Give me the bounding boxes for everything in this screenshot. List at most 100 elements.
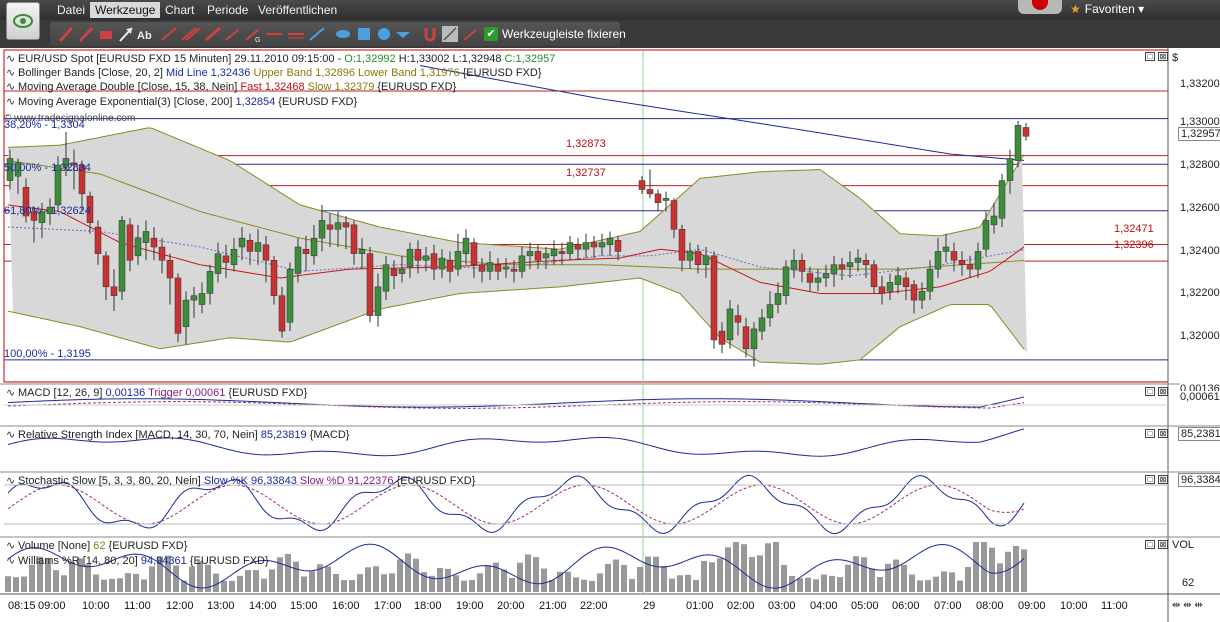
arrow-tool-icon[interactable] bbox=[119, 27, 133, 42]
volume-bar bbox=[805, 577, 811, 592]
menu-periode[interactable]: Periode bbox=[202, 2, 253, 18]
line-tool-icon[interactable] bbox=[205, 26, 221, 42]
pen-tool-icon[interactable]: G bbox=[245, 29, 260, 44]
text-tool-icon[interactable]: Ab bbox=[137, 30, 152, 42]
volume-bar bbox=[477, 573, 483, 592]
maximize-panel-icon[interactable]: □ bbox=[1145, 52, 1155, 61]
pen-red-icon[interactable] bbox=[58, 26, 74, 43]
line-tool-icon[interactable] bbox=[161, 27, 177, 41]
alert-button[interactable] bbox=[1018, 0, 1062, 14]
triangle-tool-icon[interactable] bbox=[396, 32, 410, 38]
close-panel-icon[interactable]: ⊠ bbox=[1158, 475, 1168, 484]
candle-body bbox=[798, 260, 806, 272]
line-tool-icon[interactable] bbox=[225, 29, 239, 41]
volume-bar bbox=[173, 565, 179, 592]
line-tool-icon[interactable] bbox=[288, 33, 304, 39]
eraser-icon[interactable] bbox=[100, 31, 112, 39]
chart-canvas[interactable]: ⇹ ⇹ ⇹ bbox=[0, 48, 1220, 622]
legend-ma-double: ∿ Moving Average Double [Close, 15, 38, N… bbox=[6, 80, 456, 94]
candle-body bbox=[862, 260, 870, 265]
volume-bar bbox=[453, 575, 459, 592]
candle-body bbox=[406, 248, 414, 268]
candle-body bbox=[902, 277, 910, 288]
ellipse-tool-icon[interactable] bbox=[336, 30, 350, 38]
volume-value: 62 bbox=[1182, 577, 1195, 589]
favorites-label: Favoriten bbox=[1084, 2, 1135, 16]
candle-body bbox=[486, 262, 494, 272]
candle-body bbox=[502, 266, 510, 270]
magnet-icon[interactable] bbox=[424, 28, 436, 42]
rectangle-tool-icon[interactable] bbox=[358, 28, 370, 40]
close-panel-icon[interactable]: ⊠ bbox=[1158, 429, 1168, 438]
volume-bar bbox=[621, 564, 627, 592]
candle-body bbox=[998, 180, 1006, 219]
candle-body bbox=[766, 304, 774, 319]
volume-bar bbox=[525, 554, 531, 592]
candle-body bbox=[910, 284, 918, 301]
volume-bar bbox=[253, 570, 259, 592]
pen-red-icon[interactable] bbox=[78, 26, 94, 43]
y-axis-tick: 1,33200 bbox=[1180, 78, 1220, 90]
line-tool-icon[interactable] bbox=[181, 27, 201, 41]
candle-body bbox=[982, 220, 990, 250]
volume-bar bbox=[765, 543, 771, 592]
maximize-panel-icon[interactable]: □ bbox=[1145, 387, 1155, 396]
indicator-icon: ∿ bbox=[6, 81, 16, 93]
legend-text: {EURUSD FXD} bbox=[374, 81, 457, 93]
menu-chart[interactable]: Chart bbox=[160, 2, 199, 18]
menu-datei[interactable]: Datei bbox=[52, 2, 90, 18]
volume-bar bbox=[973, 542, 979, 592]
legend-text: 62 bbox=[93, 540, 106, 552]
favorites-menu[interactable]: ★ Favoriten ▾ bbox=[1070, 2, 1144, 16]
pencil-icon[interactable] bbox=[463, 29, 477, 41]
legend-text: EUR/USD Spot [EURUSD FXD 15 Minuten] 29.… bbox=[18, 53, 345, 65]
candle-body bbox=[414, 248, 422, 261]
line-tool-icon[interactable] bbox=[309, 27, 325, 41]
candle-body bbox=[638, 180, 646, 190]
volume-bar bbox=[533, 557, 539, 592]
volume-bar bbox=[749, 557, 755, 592]
time-axis-label: 17:00 bbox=[374, 600, 402, 612]
circle-tool-icon[interactable] bbox=[378, 28, 390, 40]
menu-werkzeuge[interactable]: Werkzeuge bbox=[90, 2, 161, 18]
time-axis-label: 21:00 bbox=[539, 600, 567, 612]
candle-body bbox=[438, 257, 446, 270]
close-panel-icon[interactable]: ⊠ bbox=[1158, 52, 1168, 61]
candle-body bbox=[782, 266, 790, 296]
close-panel-icon[interactable]: ⊠ bbox=[1158, 540, 1168, 549]
volume-bar bbox=[797, 578, 803, 592]
chart-area[interactable]: ⇹ ⇹ ⇹ ∿ EUR/USD Spot [EURUSD FXD 15 Minut… bbox=[0, 48, 1220, 622]
volume-bar bbox=[781, 564, 787, 592]
tool-icons[interactable]: Ab G bbox=[50, 22, 480, 46]
fix-toolbar-label: Werkzeugleiste fixieren bbox=[502, 27, 626, 41]
volume-bar bbox=[813, 579, 819, 592]
maximize-panel-icon[interactable]: □ bbox=[1145, 475, 1155, 484]
volume-bar bbox=[565, 571, 571, 592]
candle-body bbox=[678, 229, 686, 261]
close-panel-icon[interactable]: ⊠ bbox=[1158, 387, 1168, 396]
volume-bar bbox=[1021, 549, 1027, 592]
candle-body bbox=[1014, 125, 1022, 161]
chart-style-icon[interactable] bbox=[442, 26, 458, 42]
legend-williams: ∿ Williams %R [14, 80, 20] 94,94361 {EURU… bbox=[6, 554, 269, 568]
volume-bar bbox=[445, 568, 451, 592]
app-logo[interactable] bbox=[6, 2, 40, 40]
y-axis-tick: 1,32800 bbox=[1180, 159, 1220, 171]
maximize-panel-icon[interactable]: □ bbox=[1145, 429, 1155, 438]
volume-bar bbox=[501, 569, 507, 592]
candle-body bbox=[398, 268, 406, 274]
volume-bar bbox=[365, 567, 371, 592]
time-axis-label: 18:00 bbox=[414, 600, 442, 612]
candle-body bbox=[150, 237, 158, 248]
volume-bar bbox=[109, 578, 115, 592]
legend-text: H:1,33002 L:1,32948 bbox=[395, 53, 505, 65]
candle-body bbox=[566, 242, 574, 254]
time-axis-label: 19:00 bbox=[456, 600, 484, 612]
candle-body bbox=[958, 260, 966, 265]
candle-body bbox=[222, 255, 230, 263]
volume-bar bbox=[717, 558, 723, 592]
candle-body bbox=[190, 295, 198, 301]
candle-body bbox=[742, 326, 750, 350]
menu-veroeffentlichen[interactable]: Veröffentlichen bbox=[253, 2, 342, 18]
maximize-panel-icon[interactable]: □ bbox=[1145, 540, 1155, 549]
